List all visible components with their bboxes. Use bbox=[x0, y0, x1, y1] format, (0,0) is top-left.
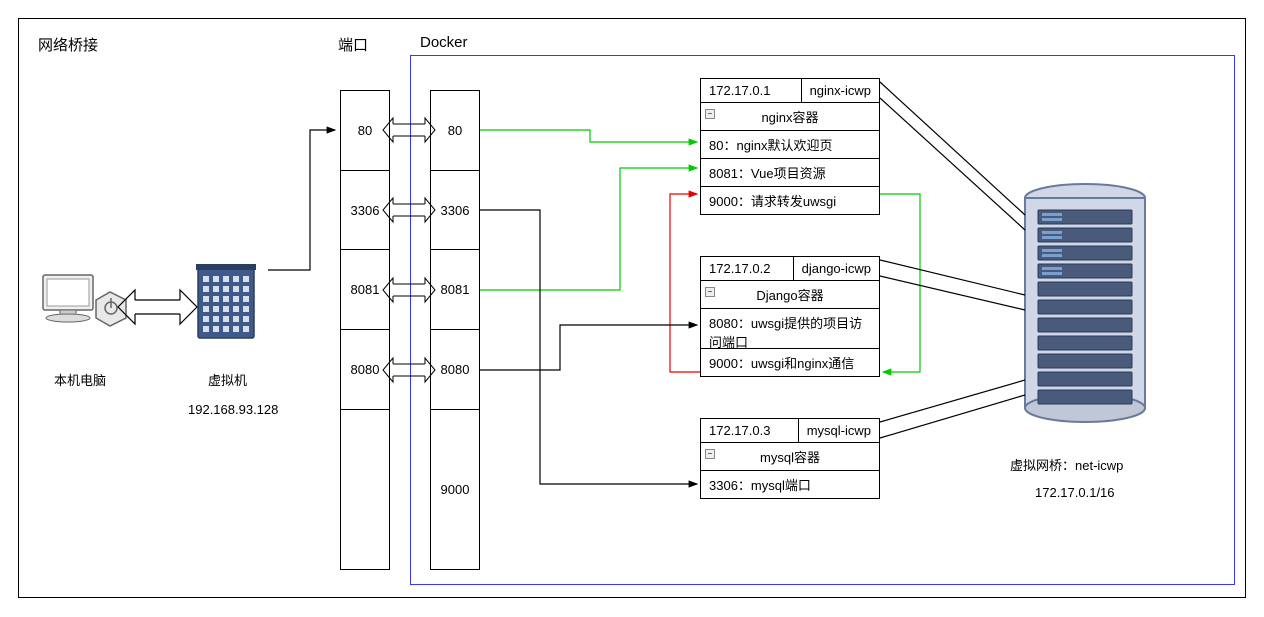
django-title: Django容器 bbox=[756, 288, 823, 303]
nginx-name: nginx-icwp bbox=[802, 79, 879, 102]
collapse-icon[interactable]: − bbox=[705, 449, 715, 459]
port-left-8081: 8081 bbox=[341, 250, 389, 330]
left-port-column: 80 3306 8081 8080 bbox=[340, 90, 390, 570]
local-pc-label: 本机电脑 bbox=[54, 370, 106, 389]
nginx-row-8081: 8081：Vue项目资源 bbox=[701, 159, 879, 187]
django-ip: 172.17.0.2 bbox=[701, 257, 794, 280]
port-left-8080: 8080 bbox=[341, 330, 389, 410]
nginx-ip: 172.17.0.1 bbox=[701, 79, 802, 102]
virtual-bridge-label: 虚拟网桥：net-icwp bbox=[1010, 455, 1123, 474]
vm-ip-label: 192.168.93.128 bbox=[188, 402, 278, 417]
bridge-label: 网络桥接 bbox=[38, 34, 98, 55]
django-row-9000: 9000：uwsgi和nginx通信 bbox=[701, 349, 879, 376]
docker-label: Docker bbox=[420, 34, 468, 51]
port-left-3306: 3306 bbox=[341, 171, 389, 251]
mysql-row-3306: 3306：mysql端口 bbox=[701, 471, 879, 498]
mysql-container: 172.17.0.3 mysql-icwp − mysql容器 3306：mysq… bbox=[700, 418, 880, 499]
collapse-icon[interactable]: − bbox=[705, 287, 715, 297]
nginx-container: 172.17.0.1 nginx-icwp − nginx容器 80：nginx默… bbox=[700, 78, 880, 215]
mysql-ip: 172.17.0.3 bbox=[701, 419, 799, 442]
django-row-8080: 8080：uwsgi提供的项目访问端口 bbox=[701, 309, 879, 349]
nginx-title: nginx容器 bbox=[761, 110, 818, 125]
django-name: django-icwp bbox=[794, 257, 879, 280]
vm-label: 虚拟机 bbox=[208, 370, 247, 389]
nginx-row-9000: 9000：请求转发uwsgi bbox=[701, 187, 879, 214]
nginx-row-80: 80：nginx默认欢迎页 bbox=[701, 131, 879, 159]
collapse-icon[interactable]: − bbox=[705, 109, 715, 119]
port-label: 端口 bbox=[338, 34, 368, 55]
mysql-title: mysql容器 bbox=[760, 450, 820, 465]
port-left-80: 80 bbox=[341, 91, 389, 171]
port-left-blank bbox=[341, 410, 389, 569]
django-container: 172.17.0.2 django-icwp − Django容器 8080：uw… bbox=[700, 256, 880, 377]
bridge-cidr-label: 172.17.0.1/16 bbox=[1035, 485, 1115, 500]
mysql-name: mysql-icwp bbox=[799, 419, 879, 442]
